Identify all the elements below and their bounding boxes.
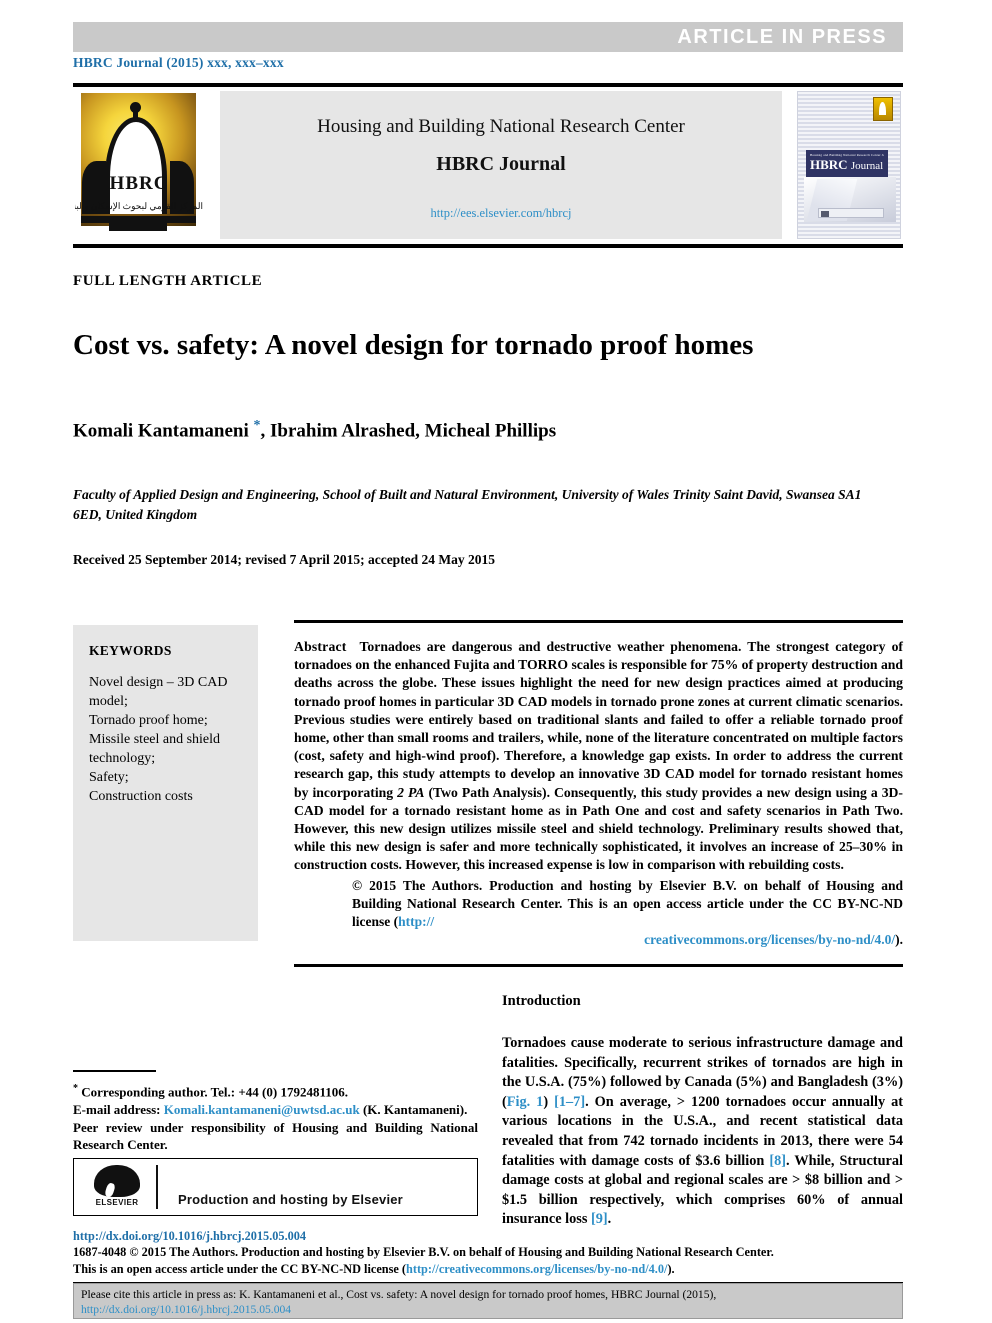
cover-title-light: Journal [850, 160, 884, 172]
copyright-text: © 2015 The Authors. Production and hosti… [352, 877, 903, 930]
article-type-label: FULL LENGTH ARTICLE [73, 273, 263, 289]
reference-link-1-7[interactable]: [1–7] [554, 1094, 585, 1110]
abstract-bottom-rule [294, 964, 903, 968]
abstract-copyright: © 2015 The Authors. Production and hosti… [294, 877, 903, 950]
article-in-press-label: ARTICLE IN PRESS [677, 26, 887, 48]
hbrc-logo-arabic-name: المركز القومي لبحوث الإسكان والبناء [75, 201, 203, 211]
article-history: Received 25 September 2014; revised 7 Ap… [73, 552, 496, 567]
cover-journal-title: HBRC Journal [810, 157, 884, 174]
elsevier-wordmark: ELSEVIER [95, 1198, 139, 1207]
abstract-section: Abstract Tornadoes are dangerous and dest… [294, 620, 903, 968]
keyword-item: Novel design – 3D CAD model; [89, 675, 228, 709]
email-label: E-mail address: [73, 1101, 164, 1117]
license-text-a: This is an open access article under the… [73, 1261, 407, 1276]
abstract-emphasis: 2 PA [397, 784, 425, 800]
intro-part-e: . [607, 1211, 612, 1228]
journal-cover-thumbnail: Housing and Building National Research C… [797, 91, 901, 239]
author-list: Komali Kantamaneni *, Ibrahim Alrashed, … [73, 418, 893, 442]
abstract-label: Abstract [294, 639, 347, 654]
elsevier-divider [156, 1165, 158, 1209]
author-affiliation: Faculty of Applied Design and Engineerin… [73, 487, 862, 522]
journal-submission-url[interactable]: http://ees.elsevier.com/hbrcj [220, 206, 782, 221]
page-title: Cost vs. safety: A novel design for torn… [73, 329, 754, 362]
elsevier-hosting-caption: Production and hosting by Elsevier [178, 1192, 403, 1207]
elsevier-hosting-box: ELSEVIER Production and hosting by Elsev… [73, 1158, 478, 1216]
elsevier-tree-icon [94, 1165, 140, 1197]
introduction-section: Introduction Tornadoes cause moderate to… [502, 993, 903, 1230]
abstract-text: Abstract Tornadoes are dangerous and dest… [294, 623, 903, 875]
figure-1-link[interactable]: Fig. 1 [507, 1094, 544, 1110]
running-head-citation: HBRC Journal (2015) xxx, xxx–xxx [73, 55, 284, 70]
intro-part-b: ) [543, 1093, 555, 1110]
introduction-paragraph: Tornadoes cause moderate to serious infr… [502, 1034, 903, 1230]
copyright-end: ). [895, 932, 903, 948]
masthead-center-panel: Housing and Building National Research C… [220, 91, 782, 239]
footnote-rule [73, 1070, 156, 1072]
cc-license-link-part2[interactable]: creativecommons.org/licenses/by-no-nd/4.… [644, 932, 895, 947]
footnote-star-icon: * [73, 1083, 78, 1094]
issn-copyright-line: 1687-4048 © 2015 The Authors. Production… [73, 1245, 774, 1259]
author-email-link[interactable]: Komali.kantamaneni@uwtsd.ac.uk [164, 1102, 360, 1117]
doi-link[interactable]: http://dx.doi.org/10.1016/j.hbrcj.2015.0… [73, 1228, 903, 1244]
footnote-text: * Corresponding author. Tel.: +44 (0) 17… [73, 1080, 478, 1154]
hbrc-logo-foot [109, 223, 167, 231]
elsevier-logo: ELSEVIER [88, 1164, 146, 1212]
publisher-footer: http://dx.doi.org/10.1016/j.hbrcj.2015.0… [73, 1228, 903, 1284]
article-in-press-band: ARTICLE IN PRESS [73, 22, 903, 52]
introduction-heading: Introduction [502, 993, 581, 1009]
cover-badge-icon [873, 97, 893, 121]
publisher-name: Housing and Building National Research C… [317, 116, 685, 137]
keywords-box: KEYWORDS Novel design – 3D CAD model; To… [73, 625, 258, 941]
corresponding-author-note: Corresponding author. Tel.: +44 (0) 1792… [81, 1084, 348, 1100]
journal-submission-url-text: http://ees.elsevier.com/hbrcj [430, 206, 572, 220]
author-first: Komali Kantamaneni [73, 420, 254, 442]
license-text-b: ). [667, 1261, 675, 1276]
cc-license-link-part1[interactable]: http:// [398, 914, 434, 929]
cover-title-bold: HBRC [810, 157, 848, 172]
peer-review-note: Peer review under responsibility of Hous… [73, 1119, 478, 1153]
cover-caption-strip [818, 208, 884, 218]
cite-text: Please cite this article in press as: K.… [81, 1288, 717, 1301]
keywords-list: Novel design – 3D CAD model; Tornado pro… [89, 673, 242, 806]
journal-name: HBRC Journal [436, 153, 566, 175]
email-suffix: (K. Kantamaneni). [359, 1101, 468, 1117]
journal-masthead: HBRC المركز القومي لبحوث الإسكان والبناء… [73, 83, 903, 248]
copyright-last-line: creativecommons.org/licenses/by-no-nd/4.… [352, 931, 903, 949]
corresponding-author-marker[interactable]: * [254, 418, 261, 433]
reference-link-9[interactable]: [9] [591, 1211, 608, 1227]
keyword-item: Construction costs [89, 789, 193, 804]
cc-license-footer-link[interactable]: http://creativecommons.org/licenses/by-n… [406, 1262, 667, 1276]
abstract-part-1: Tornadoes are dangerous and destructive … [294, 639, 904, 800]
authors-rest: , Ibrahim Alrashed, Micheal Phillips [260, 420, 557, 442]
hbrc-logo-acronym: HBRC [109, 173, 169, 194]
keyword-item: Tornado proof home; [89, 713, 208, 728]
keyword-item: Safety; [89, 770, 129, 785]
license-line: This is an open access article under the… [73, 1261, 903, 1278]
hbrc-logo-base [81, 216, 196, 223]
footnote-block: * Corresponding author. Tel.: +44 (0) 17… [73, 1070, 478, 1154]
keyword-item: Missile steel and shield technology; [89, 732, 221, 766]
cite-this-article-bar: Please cite this article in press as: K.… [73, 1283, 903, 1319]
hbrc-logo: HBRC المركز القومي لبحوث الإسكان والبناء [75, 91, 203, 239]
cite-doi-link[interactable]: http://dx.doi.org/10.1016/j.hbrcj.2015.0… [81, 1303, 291, 1316]
reference-link-8[interactable]: [8] [769, 1153, 786, 1169]
keywords-heading: KEYWORDS [89, 643, 172, 658]
